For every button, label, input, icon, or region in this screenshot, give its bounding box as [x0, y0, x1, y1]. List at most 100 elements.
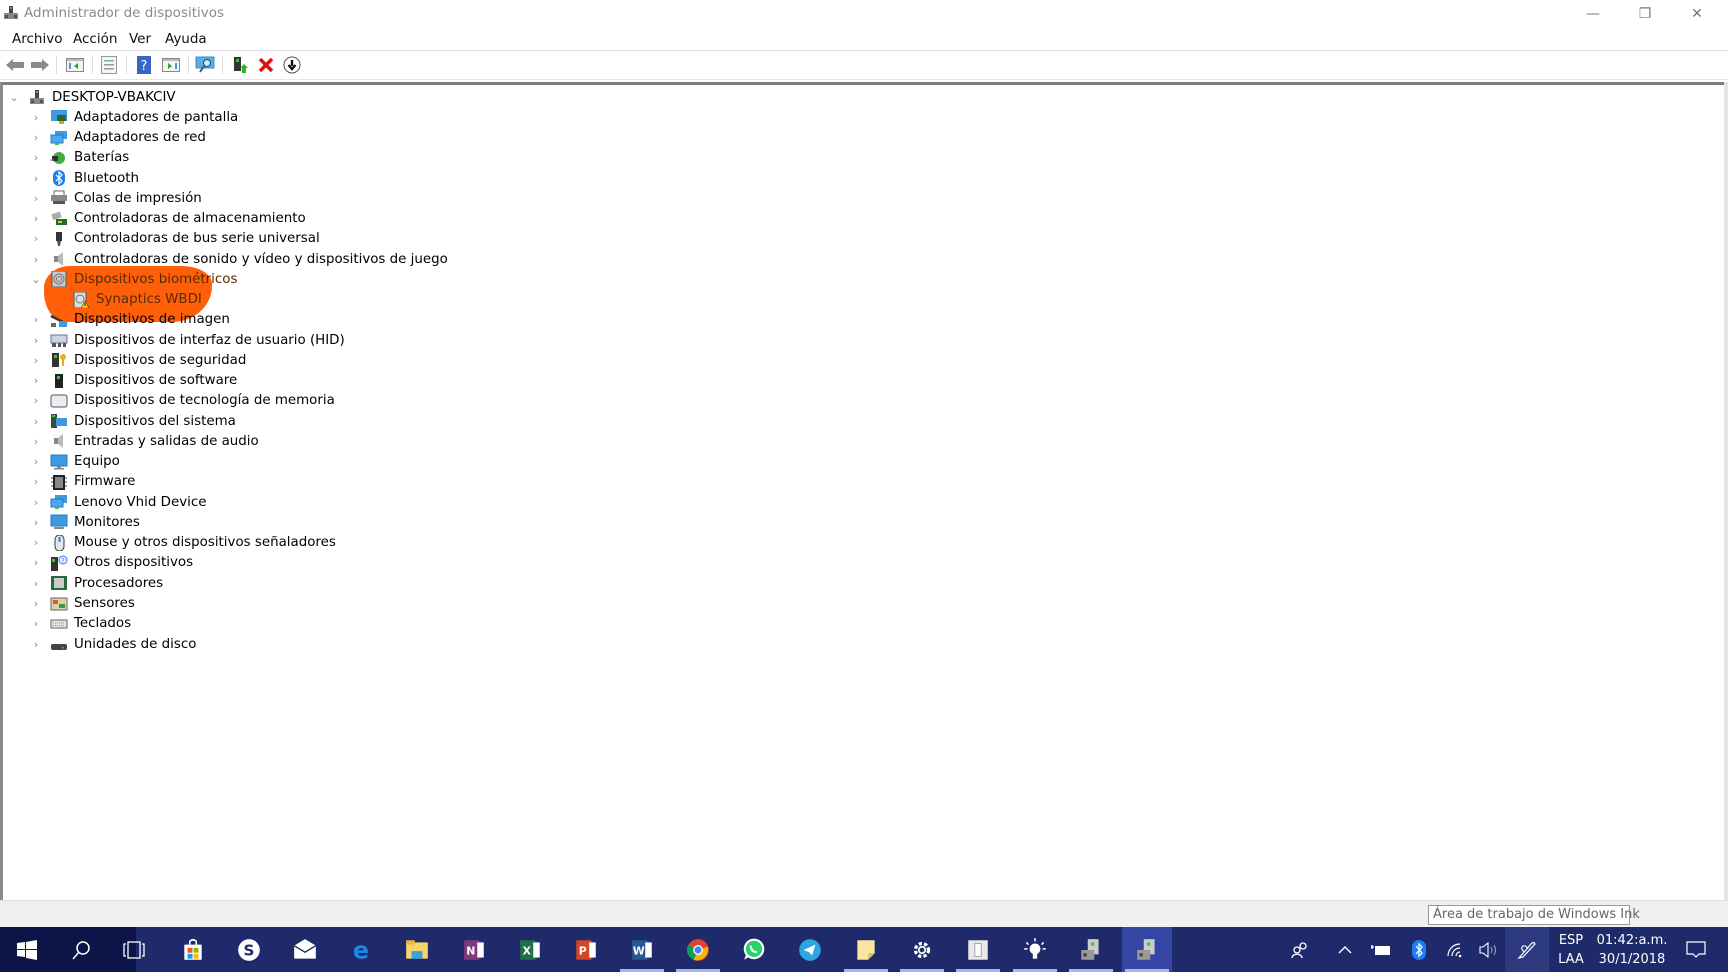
chevron-right-icon[interactable]: ›	[30, 415, 42, 428]
tree-category[interactable]: › Lenovo Vhid Device	[30, 492, 207, 512]
chevron-right-icon[interactable]: ›	[30, 212, 42, 225]
tree-category[interactable]: › Baterías	[30, 148, 130, 168]
tree-category[interactable]: › Adaptadores de red	[30, 128, 206, 148]
tree-category[interactable]: › Colas de impresión	[30, 188, 202, 208]
chevron-right-icon[interactable]: ›	[30, 313, 42, 326]
tree-category[interactable]: › Equipo	[30, 452, 120, 472]
chevron-right-icon[interactable]: ›	[30, 475, 42, 488]
restore-button[interactable]: ❐	[1622, 0, 1668, 27]
taskbar-app-document-app[interactable]	[953, 927, 1003, 972]
tree-root-computer[interactable]: ⌄ DESKTOP-VBAKCIV	[8, 87, 175, 107]
tree-category[interactable]: › Procesadores	[30, 573, 163, 593]
tree-category[interactable]: ⌄ Dispositivos biométricos	[30, 269, 237, 289]
tree-category[interactable]: › Controladoras de sonido y vídeo y dispo…	[30, 249, 448, 269]
taskbar-app-skype[interactable]: S	[224, 927, 274, 972]
menu-accion[interactable]: Acción	[73, 31, 117, 47]
forward-button[interactable]	[29, 55, 51, 75]
tree-category[interactable]: › Dispositivos de tecnología de memoria	[30, 391, 335, 411]
taskbar-app-device-manager-b[interactable]	[1121, 927, 1172, 972]
action-center-button[interactable]	[1676, 927, 1716, 972]
tree-category[interactable]: › Controladoras de bus serie universal	[30, 229, 320, 249]
taskbar-app-device-manager-a[interactable]	[1066, 927, 1116, 972]
show-hide-console-tree-button[interactable]	[64, 55, 86, 75]
chevron-right-icon[interactable]: ›	[30, 556, 42, 569]
chevron-right-icon[interactable]: ›	[30, 638, 42, 651]
chevron-right-icon[interactable]: ›	[30, 577, 42, 590]
taskbar-app-chrome[interactable]	[673, 927, 723, 972]
chevron-right-icon[interactable]: ›	[30, 394, 42, 407]
taskbar-app-microsoft-store[interactable]	[168, 927, 218, 972]
tree-category[interactable]: › Teclados	[30, 614, 131, 634]
taskbar-app-settings[interactable]	[897, 927, 947, 972]
chevron-right-icon[interactable]: ›	[30, 374, 42, 387]
taskbar-app-word[interactable]: W	[617, 927, 667, 972]
chevron-right-icon[interactable]: ›	[30, 516, 42, 529]
tree-category[interactable]: › Adaptadores de pantalla	[30, 107, 238, 127]
tree-category[interactable]: › Dispositivos del sistema	[30, 411, 236, 431]
update-driver-button[interactable]	[229, 55, 251, 75]
taskbar-app-file-explorer[interactable]	[392, 927, 442, 972]
tree-category[interactable]: › Dispositivos de imagen	[30, 310, 230, 330]
input-language-button[interactable]: ESP LAA	[1552, 927, 1590, 972]
people-button[interactable]	[1284, 927, 1316, 972]
taskbar-app-edge[interactable]: e	[336, 927, 386, 972]
chevron-right-icon[interactable]: ›	[30, 192, 42, 205]
minimize-button[interactable]: —	[1570, 0, 1616, 27]
bluetooth-tray-button[interactable]	[1404, 927, 1434, 972]
chevron-right-icon[interactable]: ›	[30, 334, 42, 347]
tree-category[interactable]: › Dispositivos de interfaz de usuario (HI…	[30, 330, 345, 350]
tree-category[interactable]: › Unidades de disco	[30, 634, 197, 654]
tree-category[interactable]: ›? Otros dispositivos	[30, 553, 193, 573]
taskbar-app-powerpoint[interactable]: P	[561, 927, 611, 972]
chevron-right-icon[interactable]: ›	[30, 455, 42, 468]
chevron-down-icon[interactable]: ⌄	[8, 91, 20, 104]
tree-category[interactable]: › Entradas y salidas de audio	[30, 431, 259, 451]
chevron-right-icon[interactable]: ›	[30, 435, 42, 448]
windows-ink-button[interactable]	[1505, 927, 1549, 972]
chevron-right-icon[interactable]: ›	[30, 496, 42, 509]
help-button[interactable]: ?	[133, 55, 155, 75]
taskbar-app-excel[interactable]: X	[505, 927, 555, 972]
start-button[interactable]	[3, 927, 51, 972]
tree-category[interactable]: › Bluetooth	[30, 168, 139, 188]
chevron-right-icon[interactable]: ›	[30, 111, 42, 124]
taskbar-app-onenote[interactable]: N	[449, 927, 499, 972]
properties-button[interactable]	[98, 55, 120, 75]
chevron-right-icon[interactable]: ›	[30, 354, 42, 367]
show-hidden-icons-button[interactable]	[1330, 927, 1360, 972]
tree-category[interactable]: › Dispositivos de software	[30, 371, 237, 391]
chevron-right-icon[interactable]: ›	[30, 151, 42, 164]
uninstall-device-button[interactable]	[255, 55, 277, 75]
chevron-right-icon[interactable]: ›	[30, 232, 42, 245]
wifi-tray-button[interactable]	[1440, 927, 1470, 972]
tree-category[interactable]: › Mouse y otros dispositivos señaladores	[30, 533, 336, 553]
search-button[interactable]	[57, 927, 105, 972]
menu-ver[interactable]: Ver	[129, 31, 151, 47]
taskbar-app-tips[interactable]	[1010, 927, 1060, 972]
chevron-right-icon[interactable]: ›	[30, 617, 42, 630]
taskbar-app-mail[interactable]	[280, 927, 330, 972]
scan-hardware-changes-button[interactable]	[194, 55, 216, 75]
close-button[interactable]: ✕	[1674, 0, 1720, 27]
chevron-right-icon[interactable]: ›	[30, 172, 42, 185]
chevron-right-icon[interactable]: ›	[30, 536, 42, 549]
tree-category[interactable]: › Controladoras de almacenamiento	[30, 209, 306, 229]
clock[interactable]: 01:42:a.m. 30/1/2018	[1592, 927, 1672, 972]
battery-tray-button[interactable]	[1366, 927, 1396, 972]
chevron-right-icon[interactable]: ›	[30, 131, 42, 144]
taskbar-app-whatsapp[interactable]	[729, 927, 779, 972]
chevron-down-icon[interactable]: ⌄	[30, 273, 42, 286]
volume-tray-button[interactable]	[1474, 927, 1504, 972]
tree-category[interactable]: › Sensores	[30, 594, 135, 614]
disable-device-button[interactable]	[281, 55, 303, 75]
chevron-right-icon[interactable]: ›	[30, 253, 42, 266]
menu-archivo[interactable]: Archivo	[12, 31, 62, 47]
taskbar-app-telegram[interactable]	[785, 927, 835, 972]
tree-category[interactable]: › Firmware	[30, 472, 135, 492]
menu-ayuda[interactable]: Ayuda	[165, 31, 207, 47]
tree-device[interactable]: Synaptics WBDI	[52, 290, 202, 310]
back-button[interactable]	[4, 55, 26, 75]
taskbar-app-sticky-notes[interactable]	[841, 927, 891, 972]
tree-category[interactable]: › Monitores	[30, 512, 140, 532]
tree-category[interactable]: › Dispositivos de seguridad	[30, 350, 247, 370]
